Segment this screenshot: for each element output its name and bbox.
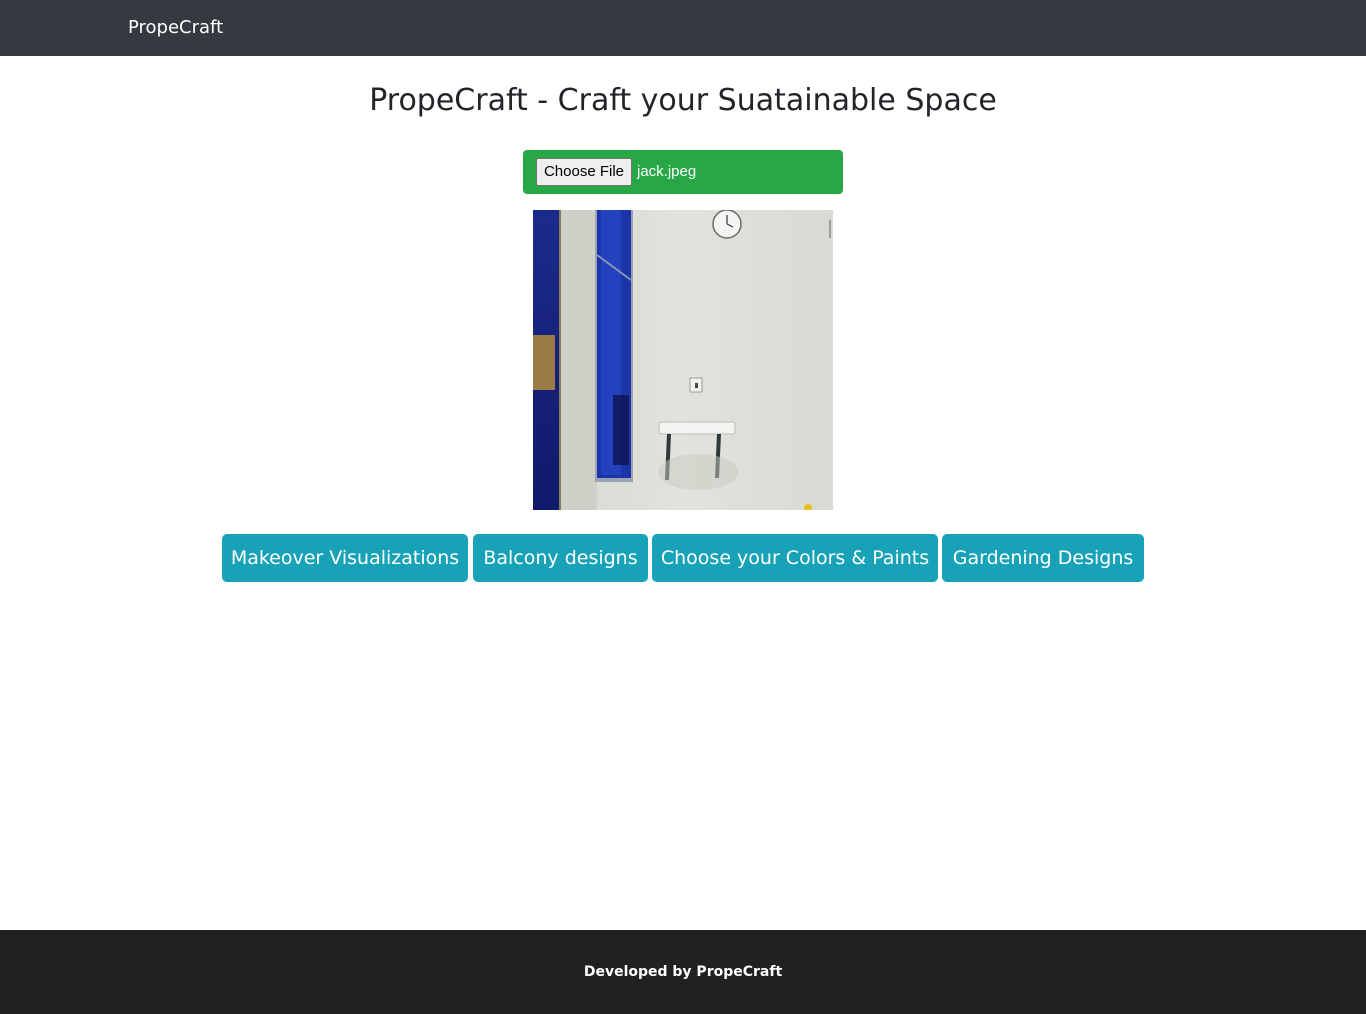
- uploaded-image-preview: [533, 210, 833, 510]
- colors-and-paints-button[interactable]: Choose your Colors & Paints: [652, 534, 938, 582]
- top-navbar: PropeCraft: [0, 0, 1366, 56]
- navbar-brand[interactable]: PropeCraft: [128, 16, 223, 40]
- gardening-designs-button[interactable]: Gardening Designs: [942, 534, 1144, 582]
- page-footer: Developed by PropeCraft: [0, 930, 1366, 1014]
- makeover-visualizations-button[interactable]: Makeover Visualizations: [222, 534, 468, 582]
- room-photo: [533, 210, 833, 510]
- choose-file-button[interactable]: Choose File: [536, 158, 632, 186]
- balcony-designs-button[interactable]: Balcony designs: [473, 534, 648, 582]
- file-upload-box: Choose File jack.jpeg: [523, 150, 843, 194]
- selected-file-name: jack.jpeg: [637, 163, 697, 180]
- footer-credit: Developed by PropeCraft: [583, 964, 783, 980]
- page-title: PropeCraft - Craft your Suatainable Spac…: [369, 83, 997, 118]
